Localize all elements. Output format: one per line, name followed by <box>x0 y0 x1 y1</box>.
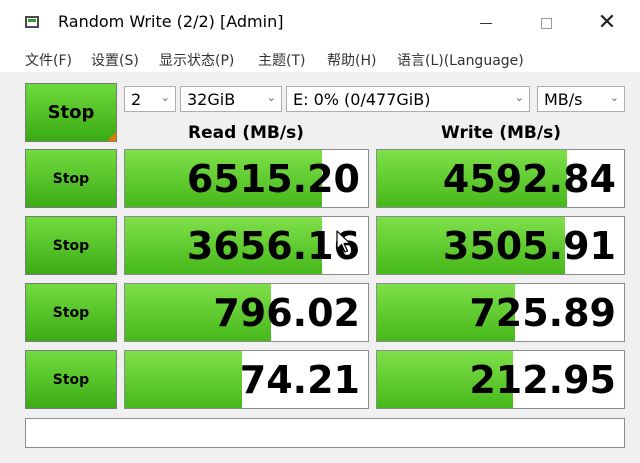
mouse-cursor-icon <box>336 230 351 253</box>
write-result-1: 4592.84 <box>376 149 625 208</box>
read-value-4: 74.21 <box>239 357 360 402</box>
test-size-value: 32GiB <box>187 89 236 109</box>
read-value-3: 796.02 <box>213 290 360 335</box>
menu-help[interactable]: 帮助(H) <box>327 50 376 70</box>
minimize-button[interactable] <box>468 8 504 38</box>
close-icon: ✕ <box>597 10 617 35</box>
minimize-icon <box>480 22 492 24</box>
status-bar <box>25 418 625 448</box>
drive-value: E: 0% (0/477GiB) <box>293 89 431 109</box>
drive-select[interactable]: E: 0% (0/477GiB) ⌄ <box>286 86 530 112</box>
write-result-3: 725.89 <box>376 283 625 342</box>
stop-row-1-button[interactable]: Stop <box>25 149 117 208</box>
stop-all-button[interactable]: Stop <box>25 83 117 142</box>
menu-theme[interactable]: 主题(T) <box>258 50 305 70</box>
read-value-1: 6515.20 <box>186 156 360 201</box>
chevron-down-icon: ⌄ <box>160 91 170 104</box>
stop-label: Stop <box>52 237 90 254</box>
unit-select[interactable]: MB/s ⌄ <box>537 86 625 112</box>
write-column-header: Write (MB/s) <box>441 123 561 143</box>
menu-display-status[interactable]: 显示状态(P) <box>159 50 234 70</box>
chevron-down-icon: ⌄ <box>266 91 276 104</box>
write-value-2: 3505.91 <box>442 223 616 268</box>
write-value-3: 725.89 <box>469 290 616 335</box>
write-value-4: 212.95 <box>469 357 616 402</box>
read-result-2: 3656.16 <box>124 216 369 275</box>
maximize-button[interactable] <box>528 8 564 38</box>
stop-row-3-button[interactable]: Stop <box>25 283 117 342</box>
app-icon <box>25 16 39 28</box>
read-value-2: 3656.16 <box>186 223 360 268</box>
chevron-down-icon: ⌄ <box>514 91 524 104</box>
read-bar-4 <box>125 351 242 408</box>
menu-bar: 文件(F) 设置(S) 显示状态(P) 主题(T) 帮助(H) 语言(L)(La… <box>0 46 640 72</box>
maximize-icon <box>540 17 552 29</box>
chevron-down-icon: ⌄ <box>609 91 619 104</box>
read-result-4: 74.21 <box>124 350 369 409</box>
title-bar: Random Write (2/2) [Admin] ✕ <box>0 0 640 46</box>
read-result-1: 6515.20 <box>124 149 369 208</box>
write-value-1: 4592.84 <box>442 156 616 201</box>
test-size-select[interactable]: 32GiB ⌄ <box>180 86 282 112</box>
menu-settings[interactable]: 设置(S) <box>91 50 139 70</box>
close-button[interactable]: ✕ <box>589 8 625 38</box>
stop-row-2-button[interactable]: Stop <box>25 216 117 275</box>
corner-indicator <box>107 132 116 141</box>
read-result-3: 796.02 <box>124 283 369 342</box>
menu-language[interactable]: 语言(L)(Language) <box>397 50 524 70</box>
stop-label: Stop <box>52 170 90 187</box>
menu-file[interactable]: 文件(F) <box>25 50 72 70</box>
stop-label: Stop <box>52 304 90 321</box>
stop-row-4-button[interactable]: Stop <box>25 350 117 409</box>
stop-all-label: Stop <box>47 102 95 123</box>
write-result-2: 3505.91 <box>376 216 625 275</box>
stop-label: Stop <box>52 371 90 388</box>
crystaldiskmark-window: Random Write (2/2) [Admin] ✕ 文件(F) 设置(S)… <box>0 0 640 463</box>
window-title: Random Write (2/2) [Admin] <box>58 12 284 31</box>
test-count-select[interactable]: 2 ⌄ <box>124 86 176 112</box>
test-count-value: 2 <box>131 89 142 109</box>
read-column-header: Read (MB/s) <box>188 123 304 143</box>
write-result-4: 212.95 <box>376 350 625 409</box>
unit-value: MB/s <box>544 89 583 109</box>
